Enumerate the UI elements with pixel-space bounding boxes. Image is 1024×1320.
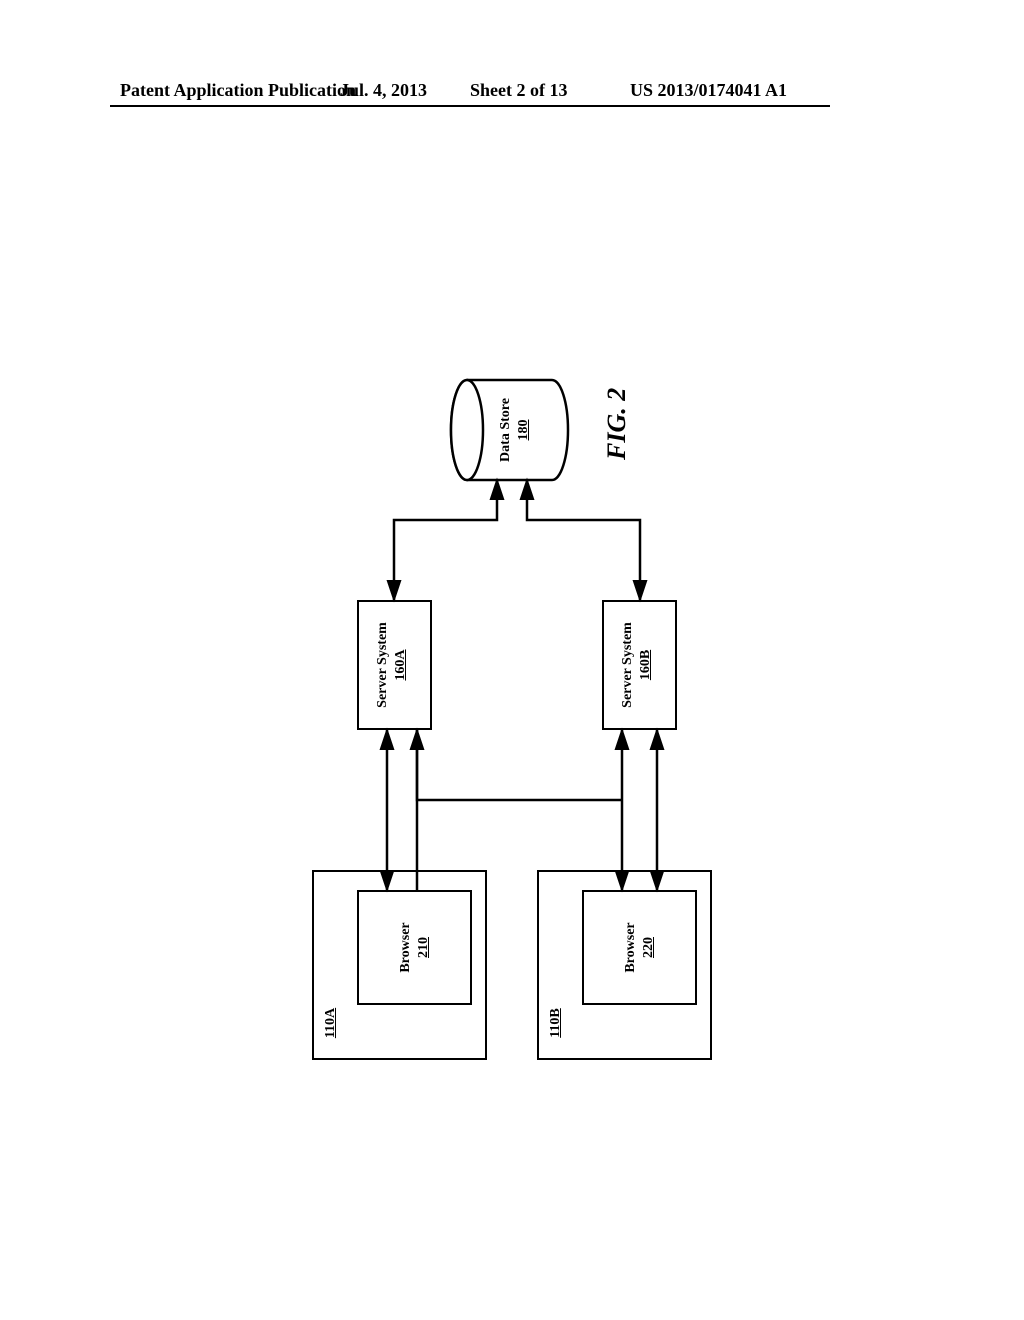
- server-a-label: Server System 160A: [374, 600, 409, 730]
- client-a-browser-label: Browser 210: [397, 890, 432, 1005]
- header-rule: [110, 105, 830, 107]
- client-b-outer-ref: 110B: [547, 998, 565, 1048]
- figure-2-canvas: 110A Browser 210 110B Browser 220 Server…: [302, 340, 722, 1060]
- header-pubno: US 2013/0174041 A1: [630, 80, 787, 101]
- figure-caption: FIG. 2: [602, 388, 632, 460]
- header-date: Jul. 4, 2013: [340, 80, 427, 101]
- server-b-label: Server System 160B: [619, 600, 654, 730]
- client-b-browser-label: Browser 220: [622, 890, 657, 1005]
- client-a-outer-ref: 110A: [322, 998, 340, 1048]
- header-left: Patent Application Publication: [120, 80, 356, 101]
- data-store-label: Data Store 180: [497, 380, 532, 480]
- header-sheet: Sheet 2 of 13: [470, 80, 568, 101]
